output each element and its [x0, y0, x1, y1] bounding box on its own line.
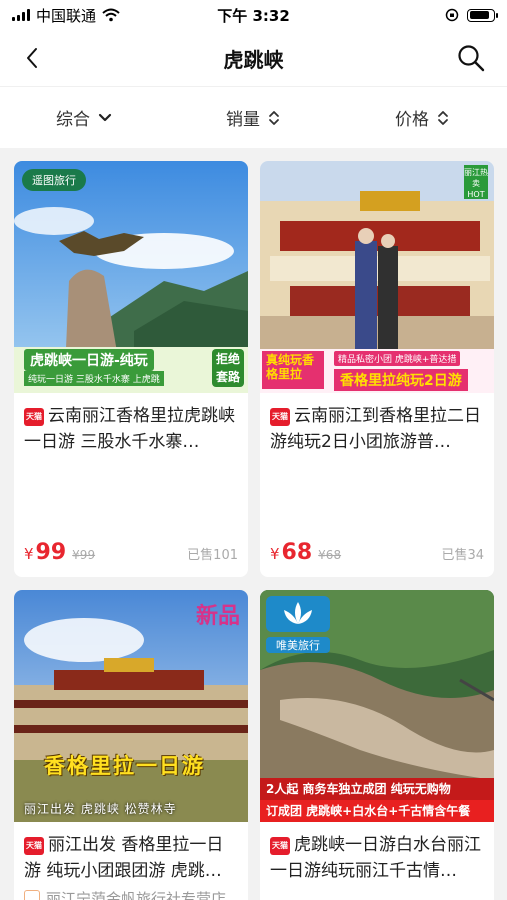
signal-icon	[12, 9, 30, 21]
banner-line-1: 2人起 商务车独立成团 纯玩无购物	[260, 778, 494, 800]
logo-text: 遥图旅行	[32, 174, 76, 187]
tmall-badge: 天猫	[24, 408, 44, 426]
promo-banner: 2人起 商务车独立成团 纯玩无购物 订成团 虎跳峡+白水台+千古情含午餐	[260, 778, 494, 822]
sort-updown-icon	[438, 110, 448, 125]
carrier-label: 中国联通	[36, 6, 97, 25]
filter-label: 综合	[56, 110, 90, 130]
tmall-badge: 天猫	[24, 837, 44, 855]
product-image[interactable]: 唯美旅行 2人起 商务车独立成团 纯玩无购物 订成团 虎跳峡+白水台+千古情含午…	[260, 590, 494, 822]
price-symbol: ¥	[270, 545, 280, 563]
chevron-down-icon	[98, 113, 112, 121]
banner-left-tag: 真纯玩香格里拉	[262, 351, 324, 389]
price-symbol: ¥	[24, 545, 34, 563]
price-row: ¥ 68 ¥68 已售34	[270, 540, 484, 565]
product-title-text: 丽江出发 香格里拉一日游 纯玩小团跟团游 虎跳…	[24, 835, 224, 881]
filter-price[interactable]: 价格	[395, 105, 449, 130]
banner-line-2: 订成团 虎跳峡+白水台+千古情含午餐	[260, 800, 494, 822]
banner-side: 拒绝套路	[212, 349, 244, 387]
image-title: 香格里拉一日游	[44, 754, 205, 778]
tmall-badge: 天猫	[270, 408, 290, 426]
product-title[interactable]: 天猫 虎跳峡一日游白水台丽江一日游纯玩丽江千古情…	[260, 822, 494, 886]
promo-banner: 虎跳峡一日游-纯玩 纯玩一日游 三股水千水寨 上虎跳 拒绝套路	[14, 347, 248, 393]
product-card[interactable]: 丽江热卖HOT 真纯玩香格里拉 精品私密小团 虎跳峡+普达措 香格里拉纯玩2日游…	[260, 161, 494, 577]
product-title[interactable]: 天猫 丽江出发 香格里拉一日游 纯玩小团跟团游 虎跳…	[14, 822, 248, 886]
status-time: 下午 3:32	[217, 6, 290, 25]
product-title-text: 虎跳峡一日游白水台丽江一日游纯玩丽江千古情…	[270, 835, 481, 881]
shop-name: 丽江宁蒗金帆旅行社专营店	[46, 889, 227, 900]
page-title: 虎跳峡	[223, 47, 284, 72]
banner-title: 虎跳峡一日游-纯玩	[24, 349, 154, 371]
product-title-text: 云南丽江香格里拉虎跳峡一日游 三股水千水寨…	[24, 406, 235, 452]
original-price: ¥68	[318, 548, 342, 562]
product-image[interactable]: 丽江热卖HOT 真纯玩香格里拉 精品私密小团 虎跳峡+普达措 香格里拉纯玩2日游	[260, 161, 494, 393]
product-card[interactable]: 遥图旅行 虎跳峡一日游-纯玩 纯玩一日游 三股水千水寨 上虎跳 拒绝套路 天猫云…	[14, 161, 248, 577]
product-image[interactable]: 遥图旅行 虎跳峡一日游-纯玩 纯玩一日游 三股水千水寨 上虎跳 拒绝套路	[14, 161, 248, 393]
filter-sales[interactable]: 销量	[226, 105, 280, 130]
filter-label: 销量	[226, 110, 260, 130]
search-button[interactable]	[455, 42, 487, 74]
filter-label: 价格	[395, 110, 429, 130]
price-value: 99	[35, 540, 67, 565]
image-subtitle: 丽江出发 虎跳峡 松赞林寺	[24, 802, 177, 816]
banner-small-tag: 精品私密小团 虎跳峡+普达措	[334, 351, 461, 366]
sort-updown-icon	[269, 110, 279, 125]
filter-bar: 综合 销量 价格	[0, 86, 507, 148]
back-button[interactable]	[18, 44, 46, 72]
new-tag: 新品	[195, 604, 240, 629]
product-image[interactable]: 新品 香格里拉一日游 丽江出发 虎跳峡 松赞林寺	[14, 590, 248, 822]
brand-logo: 唯美旅行	[266, 596, 330, 653]
sold-count: 已售101	[187, 548, 238, 563]
promo-banner: 真纯玩香格里拉 精品私密小团 虎跳峡+普达措 香格里拉纯玩2日游	[260, 349, 494, 393]
product-card[interactable]: 新品 香格里拉一日游 丽江出发 虎跳峡 松赞林寺 天猫 丽江出发 香格里拉一日游 …	[14, 590, 248, 900]
product-title-text: 云南丽江到香格里拉二日游纯玩2日小团旅游普…	[270, 406, 481, 452]
original-price: ¥99	[72, 548, 96, 562]
brand-logo: 遥图旅行	[22, 169, 86, 191]
sold-count: 已售34	[441, 548, 484, 563]
nav-bar: 虎跳峡	[0, 30, 507, 86]
product-title[interactable]: 天猫 云南丽江到香格里拉二日游纯玩2日小团旅游普…	[260, 393, 494, 457]
filter-comprehensive[interactable]: 综合	[56, 105, 112, 130]
chevron-left-icon	[27, 48, 37, 68]
product-card[interactable]: 唯美旅行 2人起 商务车独立成团 纯玩无购物 订成团 虎跳峡+白水台+千古情含午…	[260, 590, 494, 900]
wifi-icon	[102, 8, 120, 22]
lotus-icon	[266, 596, 330, 632]
shop-icon	[24, 890, 40, 900]
tmall-badge: 天猫	[270, 837, 290, 855]
price-row: ¥ 99 ¥99 已售101	[24, 540, 238, 565]
search-icon	[458, 45, 485, 72]
logo-text: 唯美旅行	[266, 637, 330, 653]
status-bar: 中国联通 下午 3:32	[0, 0, 507, 30]
banner-big-tag: 香格里拉纯玩2日游	[334, 369, 468, 391]
shop-row[interactable]: 丽江宁蒗金帆旅行社专营店	[24, 886, 226, 900]
battery-icon	[467, 8, 498, 22]
banner-subtitle: 纯玩一日游 三股水千水寨 上虎跳	[24, 371, 164, 386]
product-title[interactable]: 天猫 云南丽江香格里拉虎跳峡一日游 三股水千水寨…	[14, 393, 248, 457]
orientation-lock-icon	[445, 8, 459, 22]
hot-tag: 丽江热卖HOT	[464, 165, 488, 199]
price-value: 68	[281, 540, 313, 565]
